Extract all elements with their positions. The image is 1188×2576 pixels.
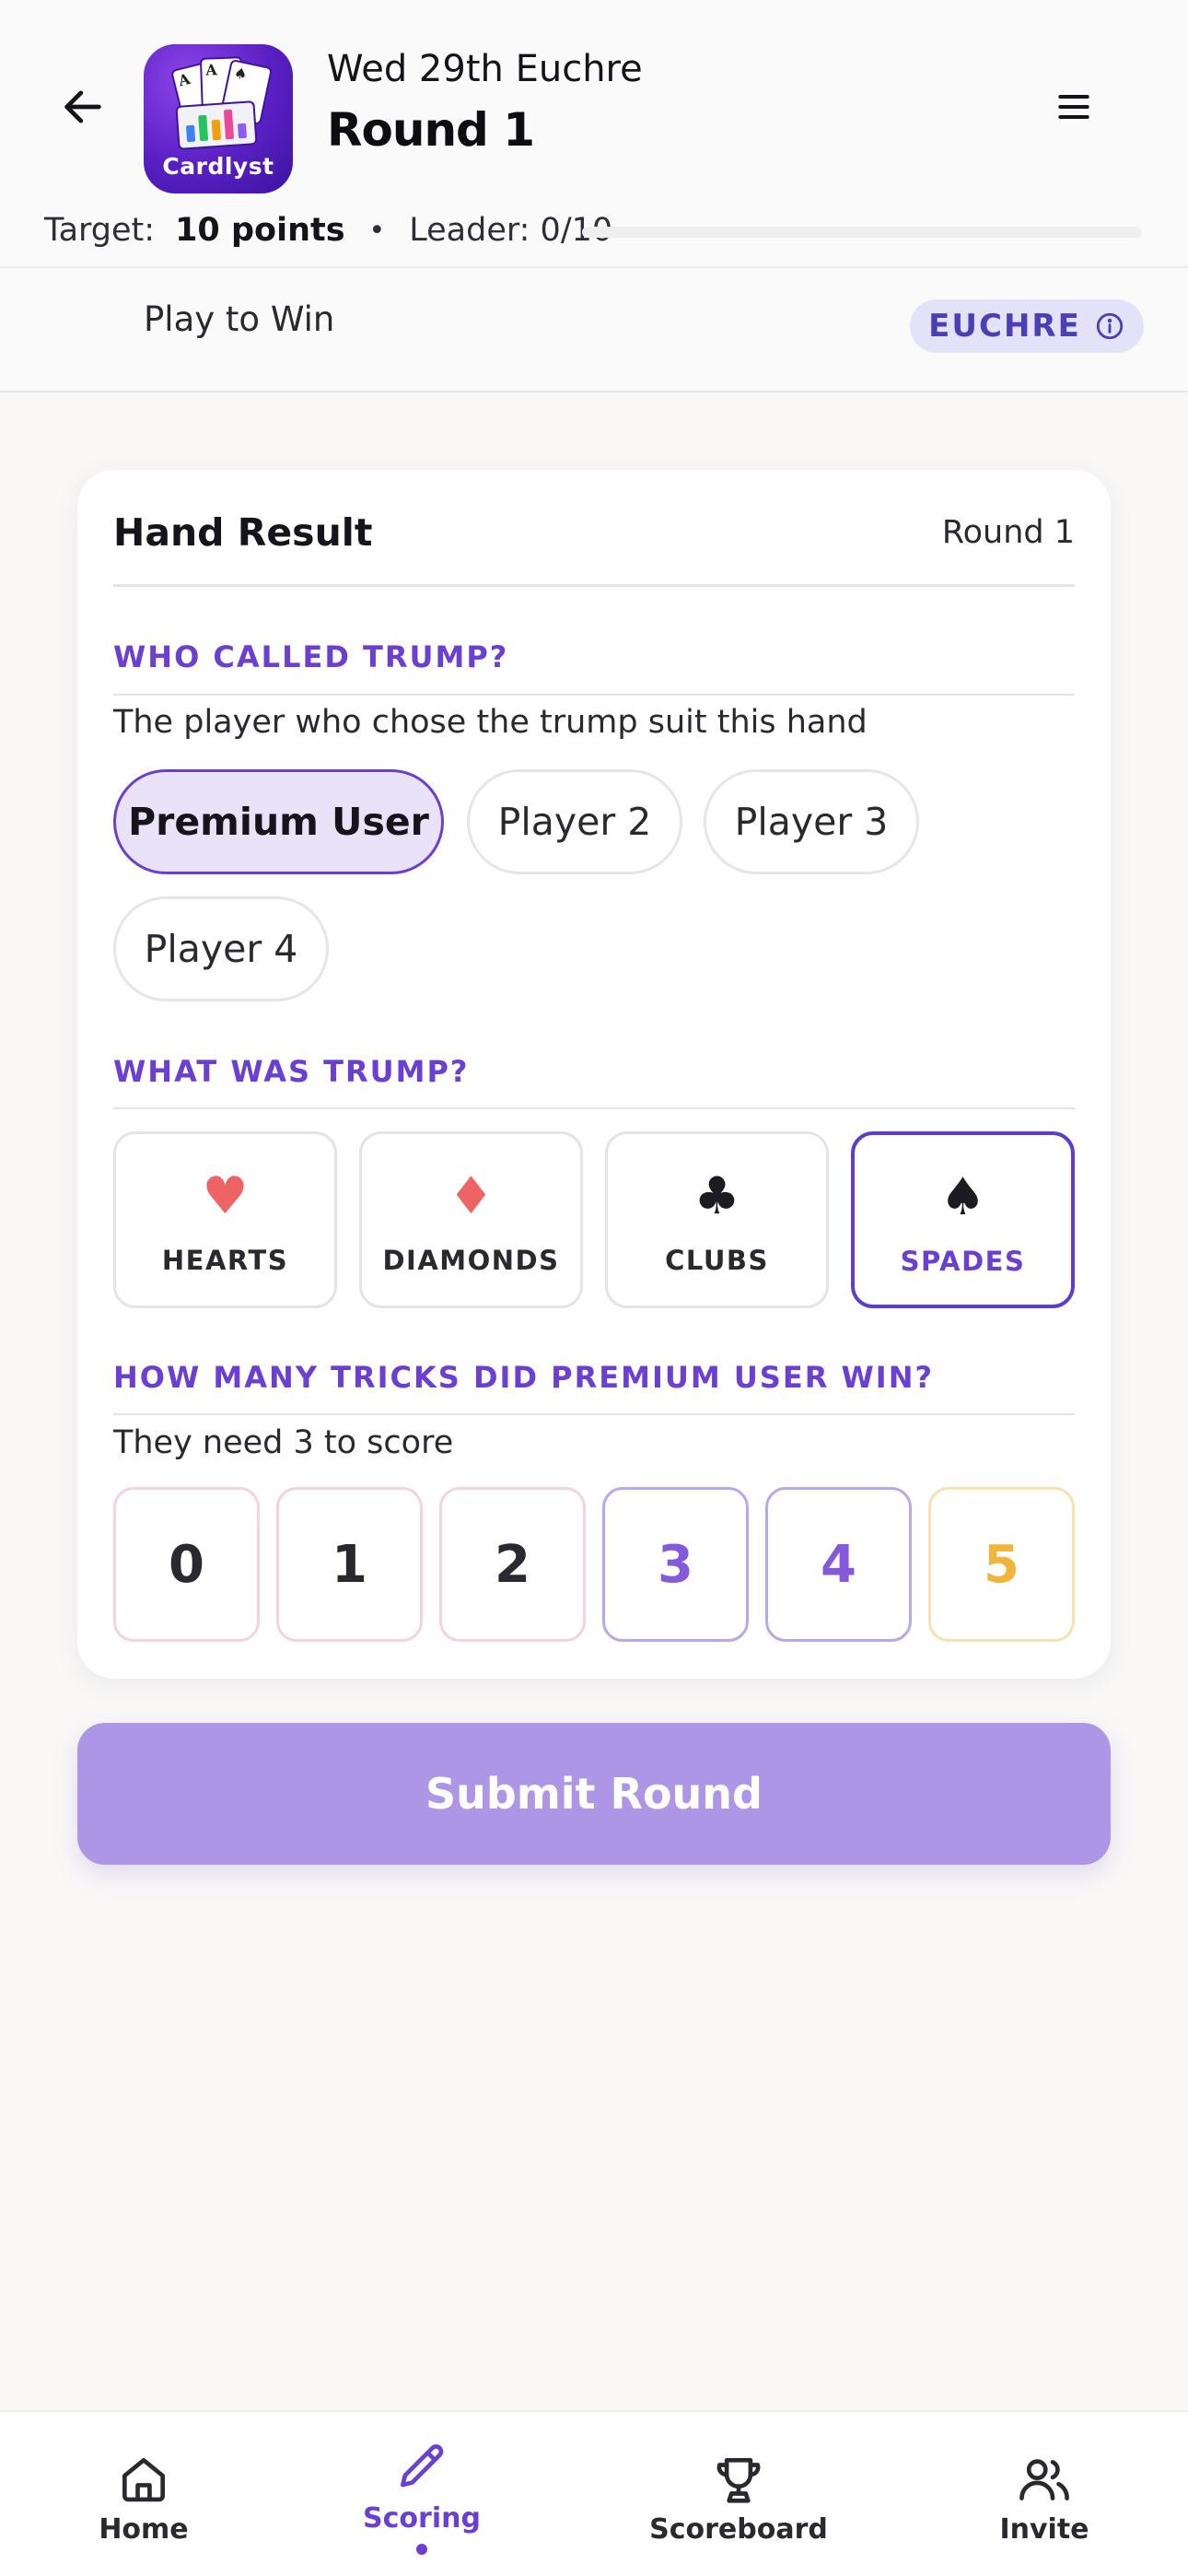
hand-round-label: Round 1: [941, 514, 1075, 551]
app-header: A A ♠ Cardlyst Wed 29th Euchre Round 1 T…: [0, 0, 1188, 267]
tricks-option-4[interactable]: 4: [765, 1487, 912, 1642]
trump-caller-subtitle: The player who chose the trump suit this…: [113, 704, 868, 741]
heart-icon: ♥: [202, 1166, 249, 1226]
divider: [113, 1107, 1075, 1109]
tricks-title: HOW MANY TRICKS DID PREMIUM USER WIN?: [113, 1360, 935, 1395]
divider: [113, 1413, 1075, 1415]
suit-label: SPADES: [900, 1246, 1026, 1277]
tricks-option-0[interactable]: 0: [113, 1487, 260, 1642]
suit-label: CLUBS: [665, 1245, 769, 1276]
nav-item-scoring[interactable]: Scoring: [311, 2440, 532, 2555]
player-chip-player-3[interactable]: Player 3: [704, 769, 919, 874]
tricks-option-2[interactable]: 2: [439, 1487, 586, 1642]
player-chip-player-4[interactable]: Player 4: [113, 896, 329, 1001]
player-chip-label: Player 4: [144, 927, 298, 971]
game-title: Wed 29th Euchre: [327, 48, 643, 90]
divider: [113, 694, 1075, 696]
tricks-option-1[interactable]: 1: [276, 1487, 423, 1642]
tricks-option-3[interactable]: 3: [602, 1487, 749, 1642]
chart-icon: [175, 100, 258, 150]
app-logo-label: Cardlyst: [162, 153, 274, 180]
nav-item-invite[interactable]: Invite: [934, 2451, 1155, 2546]
trump-suit-title: WHAT WAS TRUMP?: [113, 1054, 470, 1089]
hamburger-menu-icon: [1058, 94, 1089, 120]
suit-clubs-button[interactable]: ♣ CLUBS: [605, 1131, 829, 1308]
app-logo: A A ♠ Cardlyst: [144, 44, 293, 193]
nav-label: Scoreboard: [649, 2513, 828, 2546]
nav-label: Home: [99, 2513, 189, 2546]
suit-label: DIAMONDS: [382, 1245, 560, 1276]
nav-item-home[interactable]: Home: [33, 2451, 254, 2546]
target-value: 10 points: [175, 212, 345, 249]
club-icon: ♣: [693, 1166, 740, 1226]
game-type-label: EUCHRE: [928, 308, 1081, 345]
suit-diamonds-button[interactable]: ♦ DIAMONDS: [359, 1131, 583, 1308]
home-icon: [122, 2458, 165, 2502]
player-chip-label: Premium User: [128, 800, 429, 844]
mode-row: Play to Win EUCHRE: [0, 268, 1188, 391]
users-icon: [1019, 2459, 1069, 2500]
active-indicator: [416, 2544, 427, 2555]
divider: [0, 391, 1188, 392]
tricks-option-5[interactable]: 5: [928, 1487, 1075, 1642]
nav-item-scoreboard[interactable]: Scoreboard: [628, 2451, 849, 2546]
nav-label: Scoring: [363, 2502, 481, 2535]
player-chip-premium-user[interactable]: Premium User: [113, 769, 444, 874]
player-chip-label: Player 3: [734, 800, 889, 844]
tricks-subtitle: They need 3 to score: [113, 1424, 454, 1461]
nav-label: Invite: [999, 2513, 1089, 2546]
trump-caller-title: WHO CALLED TRUMP?: [113, 639, 509, 674]
menu-button[interactable]: [1046, 79, 1101, 135]
target-row: Target: 10 points • Leader: 0/10: [44, 206, 612, 254]
suit-label: HEARTS: [161, 1245, 289, 1276]
hand-result-card: Hand Result Round 1 WHO CALLED TRUMP? Th…: [77, 470, 1111, 1679]
submit-round-button[interactable]: Submit Round: [77, 1723, 1111, 1865]
pencil-icon: [401, 2444, 444, 2488]
target-label: Target:: [44, 212, 156, 249]
leader-progress-bar: [582, 227, 1142, 238]
suit-hearts-button[interactable]: ♥ HEARTS: [113, 1131, 337, 1308]
game-type-badge[interactable]: EUCHRE: [910, 299, 1144, 353]
back-button[interactable]: [48, 72, 118, 142]
suit-spades-button[interactable]: ♠ SPADES: [851, 1131, 1075, 1308]
bottom-nav: Home Scoring Scoreboard Invite: [0, 2410, 1188, 2576]
hand-result-title: Hand Result: [113, 510, 373, 555]
divider: [113, 584, 1075, 587]
mode-label: Play to Win: [144, 299, 335, 339]
arrow-left-icon: [64, 90, 101, 123]
page-title: Round 1: [327, 103, 535, 157]
separator-dot: •: [368, 214, 386, 247]
info-icon: [1096, 312, 1123, 340]
player-chip-player-2[interactable]: Player 2: [467, 769, 682, 874]
player-chip-label: Player 2: [497, 800, 652, 844]
spade-icon: ♠: [939, 1167, 986, 1227]
trophy-icon: [716, 2458, 761, 2503]
diamond-icon: ♦: [448, 1166, 495, 1226]
